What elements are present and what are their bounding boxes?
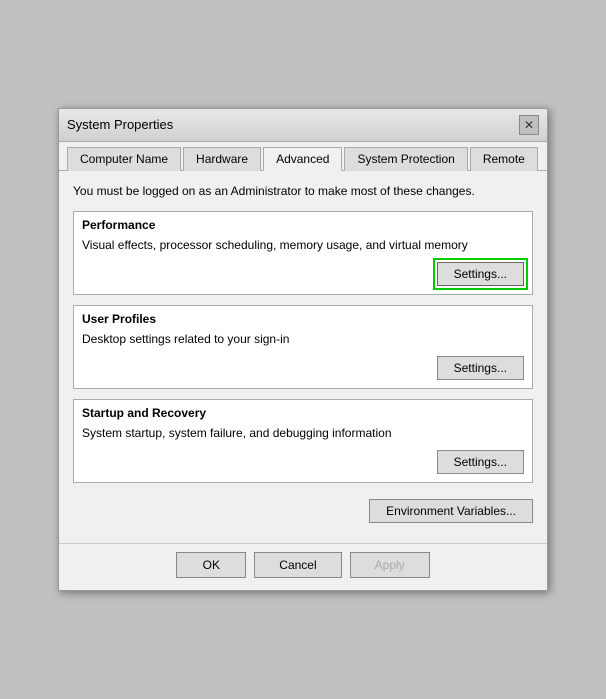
close-button[interactable]: ✕ <box>519 115 539 135</box>
tab-system-protection[interactable]: System Protection <box>344 147 467 171</box>
startup-recovery-settings-button[interactable]: Settings... <box>437 450 524 474</box>
user-profiles-title: User Profiles <box>74 306 532 328</box>
title-bar: System Properties ✕ <box>59 109 547 142</box>
system-properties-window: System Properties ✕ Computer Name Hardwa… <box>58 108 548 592</box>
cancel-button[interactable]: Cancel <box>254 552 341 578</box>
user-profiles-desc: Desktop settings related to your sign-in <box>74 328 532 356</box>
tab-computer-name[interactable]: Computer Name <box>67 147 181 171</box>
startup-recovery-desc: System startup, system failure, and debu… <box>74 422 532 450</box>
tab-advanced[interactable]: Advanced <box>263 147 342 171</box>
tab-bar: Computer Name Hardware Advanced System P… <box>59 142 547 171</box>
startup-recovery-title: Startup and Recovery <box>74 400 532 422</box>
apply-button[interactable]: Apply <box>350 552 430 578</box>
tab-hardware[interactable]: Hardware <box>183 147 261 171</box>
startup-recovery-btn-row: Settings... <box>74 450 532 482</box>
performance-btn-row: Settings... <box>74 262 532 294</box>
env-variables-row: Environment Variables... <box>73 493 533 533</box>
performance-section: Performance Visual effects, processor sc… <box>73 211 533 295</box>
user-profiles-settings-button[interactable]: Settings... <box>437 356 524 380</box>
user-profiles-btn-row: Settings... <box>74 356 532 388</box>
startup-recovery-section: Startup and Recovery System startup, sys… <box>73 399 533 483</box>
performance-title: Performance <box>74 212 532 234</box>
tab-content: You must be logged on as an Administrato… <box>59 171 547 544</box>
user-profiles-section: User Profiles Desktop settings related t… <box>73 305 533 389</box>
performance-settings-button[interactable]: Settings... <box>437 262 524 286</box>
dialog-footer: OK Cancel Apply <box>59 543 547 590</box>
tab-remote[interactable]: Remote <box>470 147 538 171</box>
performance-desc: Visual effects, processor scheduling, me… <box>74 234 532 262</box>
environment-variables-button[interactable]: Environment Variables... <box>369 499 533 523</box>
ok-button[interactable]: OK <box>176 552 246 578</box>
admin-info-text: You must be logged on as an Administrato… <box>73 183 533 200</box>
window-title: System Properties <box>67 117 173 132</box>
